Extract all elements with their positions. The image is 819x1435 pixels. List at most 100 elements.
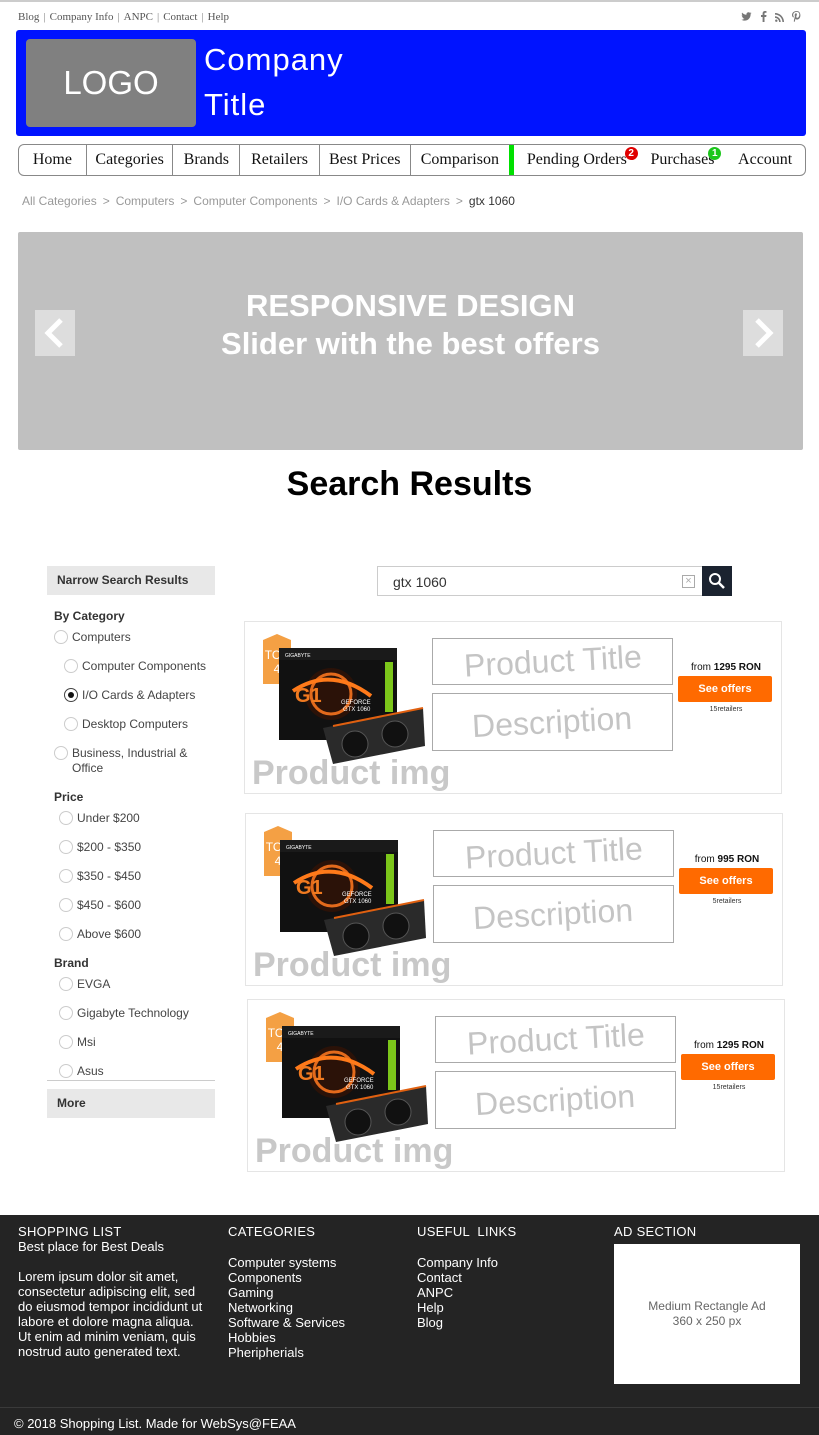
search-button[interactable] (702, 566, 732, 596)
footer-category-link[interactable]: Software & Services (228, 1315, 398, 1330)
price-filter-350-450[interactable]: $350 - $450 (47, 869, 215, 884)
social-links (741, 11, 801, 25)
more-filters-button[interactable]: More (47, 1089, 215, 1118)
top-link-company-info[interactable]: Company Info (50, 11, 114, 23)
radio-button[interactable] (59, 898, 73, 912)
top-link-blog[interactable]: Blog (18, 11, 39, 23)
category-filter-computer-components[interactable]: Computer Components (47, 659, 215, 674)
radio-button[interactable] (59, 869, 73, 883)
footer-link[interactable]: Company Info (417, 1255, 587, 1270)
product-card[interactable]: TOP 4 GIGABYTE G1 GEFORCE GTX 1060 Produc… (244, 621, 782, 794)
slider-prev-button[interactable] (35, 310, 75, 356)
product-description-text: Description (474, 1077, 637, 1122)
footer-link[interactable]: Help (417, 1300, 587, 1315)
product-image-label: Product img (253, 946, 452, 984)
product-image[interactable]: GIGABYTE G1 GEFORCE GTX 1060 (273, 646, 428, 764)
category-filter-business[interactable]: Business, Industrial & Office (47, 746, 215, 776)
radio-button-selected[interactable] (64, 688, 78, 702)
radio-button[interactable] (59, 927, 73, 941)
price-filter-450-600[interactable]: $450 - $600 (47, 898, 215, 913)
breadcrumb-item[interactable]: I/O Cards & Adapters (337, 194, 450, 208)
radio-button[interactable] (54, 746, 68, 760)
footer-category-link[interactable]: Gaming (228, 1285, 398, 1300)
footer-link[interactable]: ANPC (417, 1285, 587, 1300)
radio-button[interactable] (59, 840, 73, 854)
clear-icon[interactable]: × (682, 575, 695, 588)
radio-button[interactable] (59, 811, 73, 825)
nav-home[interactable]: Home (19, 145, 87, 175)
twitter-icon[interactable] (741, 12, 760, 25)
radio-button[interactable] (59, 1035, 73, 1049)
breadcrumb-item[interactable]: All Categories (22, 194, 97, 208)
breadcrumb-item[interactable]: Computers (116, 194, 175, 208)
see-offers-button[interactable]: See offers (679, 868, 773, 894)
brand-filter-asus[interactable]: Asus (47, 1064, 215, 1079)
top-link-contact[interactable]: Contact (163, 11, 197, 23)
svg-text:G1: G1 (296, 877, 323, 899)
footer-link[interactable]: Contact (417, 1270, 587, 1285)
product-image[interactable]: GIGABYTE G1 GEFORCE GTX 1060 (276, 1024, 431, 1142)
footer-category-link[interactable]: Pheripherials (228, 1345, 398, 1360)
rss-icon[interactable] (774, 13, 792, 25)
footer-category-link[interactable]: Computer systems (228, 1255, 398, 1270)
category-filter-io-cards[interactable]: I/O Cards & Adapters (47, 688, 215, 703)
brand-filter-gigabyte[interactable]: Gigabyte Technology (47, 1006, 215, 1021)
brand-filter-msi[interactable]: Msi (47, 1035, 215, 1050)
radio-button[interactable] (54, 630, 68, 644)
slider-next-button[interactable] (743, 310, 783, 356)
breadcrumb-item[interactable]: Computer Components (193, 194, 317, 208)
price-value: 1295 RON (713, 662, 762, 673)
product-image[interactable]: GIGABYTE G1 GEFORCE GTX 1060 (274, 838, 429, 956)
radio-button[interactable] (64, 717, 78, 731)
product-title[interactable]: Product Title (435, 1016, 676, 1063)
top-link-help[interactable]: Help (208, 11, 229, 23)
logo[interactable]: LOGO (26, 39, 196, 127)
category-filter-computers[interactable]: Computers (47, 630, 215, 645)
top-link-anpc[interactable]: ANPC (124, 11, 153, 23)
nav-best-prices[interactable]: Best Prices (320, 145, 411, 175)
nav-retailers[interactable]: Retailers (240, 145, 320, 175)
footer-link[interactable]: Blog (417, 1315, 587, 1330)
chevron-left-icon (44, 318, 63, 348)
category-filter-desktop-computers[interactable]: Desktop Computers (47, 717, 215, 732)
company-title-line1: Company (204, 42, 344, 77)
product-description-text: Description (471, 699, 634, 744)
product-title[interactable]: Product Title (433, 830, 674, 877)
footer-about: SHOPPING LIST Best place for Best Deals … (18, 1224, 203, 1359)
nav-account[interactable]: Account (725, 145, 805, 175)
ad-placeholder[interactable]: Medium Rectangle Ad 360 x 250 px (614, 1244, 800, 1384)
footer-category-link[interactable]: Components (228, 1270, 398, 1285)
price-filter-200-350[interactable]: $200 - $350 (47, 840, 215, 855)
search-input[interactable]: gtx 1060 × (377, 566, 703, 596)
see-offers-button[interactable]: See offers (678, 676, 772, 702)
nav-comparison[interactable]: Comparison (411, 145, 510, 175)
svg-text:GEFORCE: GEFORCE (342, 892, 372, 898)
price-filter-above-600[interactable]: Above $600 (47, 927, 215, 942)
radio-button[interactable] (64, 659, 78, 673)
price-block: from 995 RON See offers 5retailers (679, 854, 775, 905)
footer-category-link[interactable]: Networking (228, 1300, 398, 1315)
footer-category-link[interactable]: Hobbies (228, 1330, 398, 1345)
product-image-label: Product img (255, 1132, 454, 1170)
nav-brands[interactable]: Brands (173, 145, 241, 175)
nav-categories[interactable]: Categories (87, 145, 174, 175)
nav-purchases[interactable]: Purchases 1 (640, 145, 726, 175)
product-title[interactable]: Product Title (432, 638, 673, 685)
copyright: © 2018 Shopping List. Made for WebSys@FE… (14, 1416, 296, 1431)
radio-button[interactable] (59, 1064, 73, 1078)
brand-filter-evga[interactable]: EVGA (47, 977, 215, 992)
see-offers-button[interactable]: See offers (681, 1054, 775, 1080)
product-card[interactable]: TOP 4 GIGABYTE G1 GEFORCE GTX 1060 Produc… (247, 999, 785, 1172)
facebook-icon[interactable] (760, 11, 775, 25)
price-filter-under-200[interactable]: Under $200 (47, 811, 215, 826)
separator: | (117, 11, 120, 23)
footer-tagline: Best place for Best Deals (18, 1239, 164, 1254)
pinterest-icon[interactable] (792, 11, 801, 25)
nav-pending-orders[interactable]: Pending Orders 2 (514, 145, 639, 175)
nav-purchases-label: Purchases (650, 151, 715, 168)
price-text: from 995 RON (679, 854, 775, 865)
radio-button[interactable] (59, 1006, 73, 1020)
product-card[interactable]: TOP 4 GIGABYTE G1 GEFORCE GTX 1060 Produc… (245, 813, 783, 986)
offers-slider[interactable]: RESPONSIVE DESIGN Slider with the best o… (18, 232, 803, 450)
radio-button[interactable] (59, 977, 73, 991)
